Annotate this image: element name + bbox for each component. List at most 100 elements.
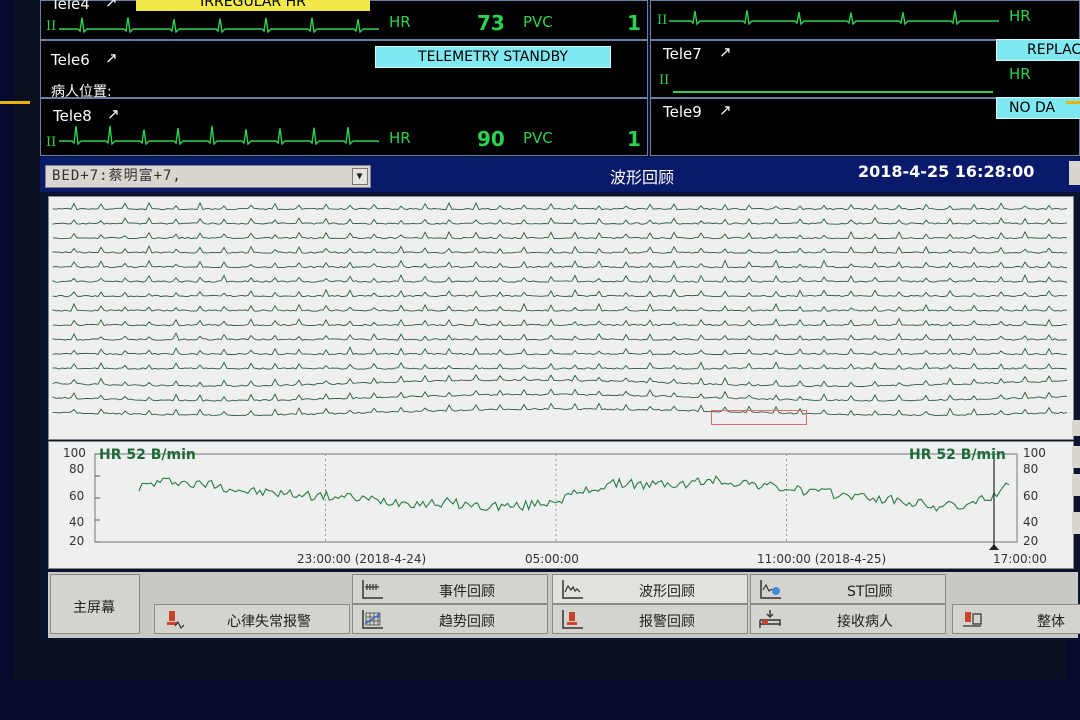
y-tick-right-60: 60 — [1023, 489, 1039, 503]
tele8-ecg-waveform — [59, 125, 379, 146]
alarm-review-icon — [562, 610, 583, 629]
x-tick-2: 11:00:00 (2018-4-25) — [757, 552, 887, 566]
y-tick-left-40: 40 — [69, 515, 85, 529]
y-tick-left-80: 80 — [69, 462, 85, 476]
waveform-strips — [52, 201, 1068, 417]
tele8-pvc-label: PVC — [523, 129, 553, 147]
x-tick-3: 17:00:00 — [993, 552, 1047, 566]
overall-label: 整体 — [1037, 614, 1065, 630]
trend-review-icon — [362, 610, 383, 629]
overall-button[interactable]: 整体 — [952, 604, 1080, 634]
tele4-panel[interactable]: Tele4 ↗ IRREGULAR HR II HR 73 PVC 1 — [40, 0, 648, 40]
y-tick-left-60: 60 — [69, 489, 85, 503]
right-edge-control-2[interactable] — [1072, 446, 1080, 468]
waveform-strip-line — [52, 244, 1068, 254]
trend-hr-left-label: HR 52 B/min — [99, 447, 196, 463]
hr-series-line — [138, 475, 1010, 512]
chevron-down-icon[interactable]: ▼ — [352, 168, 368, 185]
waveform-review-icon — [562, 580, 583, 599]
main-screen-button[interactable]: 主屏幕 — [50, 574, 140, 634]
tele7-lead-label: II — [659, 73, 670, 88]
right-edge-control-1[interactable] — [1072, 420, 1080, 436]
waveform-review-button[interactable]: 波形回顾 — [552, 574, 748, 604]
st-review-button[interactable]: ST回顾 — [750, 574, 946, 604]
waveform-strip-line — [52, 402, 1068, 417]
y-tick-left-20: 20 — [69, 534, 85, 548]
hr-trend-chart[interactable]: HR 52 B/min HR 52 B/min 100 80 60 40 20 … — [48, 441, 1074, 569]
tele7-signal-icon: ↗ — [719, 43, 732, 61]
tele8-hr-label: HR — [389, 129, 411, 147]
monitor-screen: Tele4 ↗ IRREGULAR HR II HR 73 PVC 1 II H… — [40, 0, 1080, 640]
y-tick-right-40: 40 — [1023, 515, 1039, 529]
event-review-label: 事件回顾 — [439, 584, 495, 600]
tele8-panel[interactable]: Tele8 ↗ II HR 90 PVC 1 — [40, 98, 648, 156]
waveform-strip-line — [52, 302, 1068, 312]
tele9-name: Tele9 — [663, 103, 702, 121]
tele7-panel[interactable]: Tele7 ↗ REPLAC II HR — [650, 39, 1080, 98]
x-tick-1: 05:00:00 — [525, 552, 579, 566]
accent-line-left — [0, 101, 30, 104]
waveform-selection-box[interactable] — [711, 410, 807, 425]
y-tick-right-20: 20 — [1023, 534, 1039, 548]
waveform-strip-line — [52, 346, 1068, 356]
tele8-pvc-value: 1 — [627, 127, 641, 151]
y-tick-right-80: 80 — [1023, 462, 1039, 476]
tele8-hr-value: 90 — [477, 127, 505, 151]
alarm-bell-icon — [167, 611, 185, 630]
waveform-strip-line — [52, 259, 1067, 269]
trend-review-button[interactable]: 趋势回顾 — [352, 604, 548, 634]
tele4-name: Tele4 — [51, 0, 90, 13]
waveform-strip-line — [52, 374, 1068, 388]
tele6-panel[interactable]: Tele6 ↗ TELEMETRY STANDBY 病人位置: — [40, 40, 648, 100]
bed-selector-value: BED+7:蔡明富+7, — [52, 168, 182, 184]
right-edge-control-3[interactable] — [1072, 474, 1080, 496]
alarm-review-label: 报警回顾 — [639, 614, 695, 630]
waveform-strip-line — [52, 388, 1068, 402]
page-title: 波形回顾 — [610, 168, 675, 187]
y-tick-left-100: 100 — [63, 446, 86, 460]
tele9-panel[interactable]: Tele9 ↗ NO DA — [650, 97, 1080, 156]
x-tick-0: 23:00:00 (2018-4-24) — [297, 552, 427, 566]
tele6-signal-icon: ↗ — [105, 49, 118, 67]
tele5-ecg-waveform — [669, 10, 999, 26]
waveform-strip-line — [52, 216, 1068, 225]
tele4-hr-label: HR — [389, 13, 411, 31]
tele5-hr-label: HR — [1009, 7, 1031, 25]
accent-line-right — [1066, 101, 1080, 104]
admit-patient-icon — [759, 610, 781, 628]
tele4-signal-icon: ↗ — [105, 0, 118, 11]
tele4-hr-value: 73 — [477, 11, 505, 35]
tele7-name: Tele7 — [663, 45, 702, 63]
right-edge-control-4[interactable] — [1072, 512, 1080, 534]
header-datetime: 2018-4-25 16:28:00 — [858, 162, 1035, 181]
tele4-warning-badge: IRREGULAR HR — [136, 0, 370, 11]
waveform-strip-line — [52, 332, 1068, 341]
tele5-lead-label: II — [657, 13, 668, 28]
trend-hr-right-label: HR 52 B/min — [909, 447, 1006, 463]
tele4-ecg-waveform — [59, 17, 379, 34]
arrhythmia-alarm-button[interactable]: 心律失常报警 — [154, 604, 350, 634]
tele9-signal-icon: ↗ — [719, 101, 732, 119]
waveform-strip-line — [52, 230, 1068, 240]
trend-cursor-marker[interactable] — [989, 544, 999, 550]
y-tick-right-100: 100 — [1023, 446, 1046, 460]
monitor-bezel: Tele4 ↗ IRREGULAR HR II HR 73 PVC 1 II H… — [14, 0, 1080, 680]
header-side-button[interactable] — [1069, 161, 1080, 185]
tele7-status-badge: REPLAC — [996, 39, 1080, 61]
alarm-review-button[interactable]: 报警回顾 — [552, 604, 748, 634]
overall-icon — [963, 612, 982, 627]
arrhythmia-alarm-label: 心律失常报警 — [227, 614, 311, 630]
st-review-icon — [760, 580, 781, 599]
waveform-strip-line — [52, 201, 1068, 211]
tele5-panel[interactable]: II HR — [650, 0, 1080, 40]
waveform-strip-line — [52, 361, 1068, 370]
tele6-name: Tele6 — [51, 51, 90, 69]
main-screen-label: 主屏幕 — [73, 600, 115, 616]
waveform-strip-area[interactable] — [48, 196, 1074, 440]
event-review-button[interactable]: 事件回顾 — [352, 574, 548, 604]
bed-selector-dropdown[interactable]: BED+7:蔡明富+7, ▼ — [45, 165, 371, 188]
admit-patient-label: 接收病人 — [837, 614, 893, 630]
tele7-flatline — [673, 91, 993, 93]
bottom-button-bar: 主屏幕 心律失常报警 事件回顾 趋势回顾 波形回顾 报警回顾 ST回顾 接收病人… — [48, 572, 1080, 638]
admit-patient-button[interactable]: 接收病人 — [750, 604, 946, 634]
